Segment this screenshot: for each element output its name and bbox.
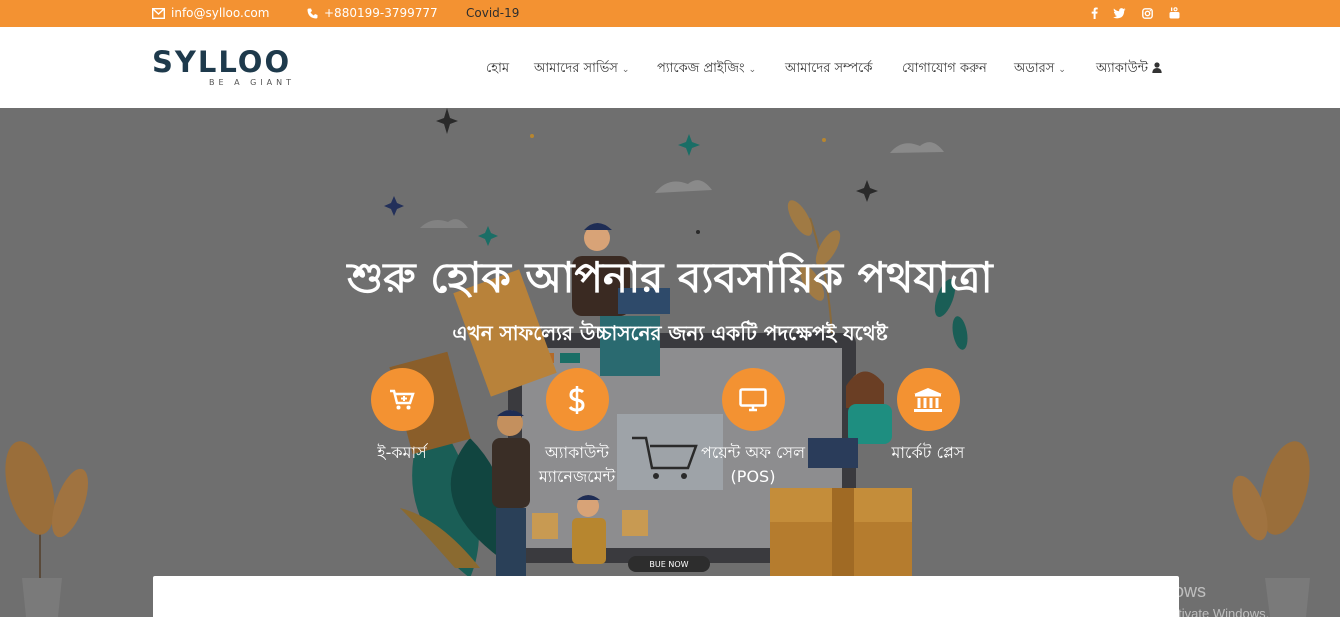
feature-marketplace[interactable]: মার্কেট প্লেস (848, 368, 1008, 465)
phone-icon (307, 8, 318, 19)
nav-about[interactable]: আমাদের সম্পর্কে (785, 59, 872, 80)
nav-home[interactable]: হোম (486, 59, 509, 80)
covid-label: Covid-19 (466, 6, 520, 20)
facebook-icon[interactable] (1087, 5, 1101, 21)
nav-about-label: আমাদের সম্পর্কে (785, 61, 873, 76)
email-link[interactable]: info@sylloo.com (152, 6, 269, 20)
hero-title: শুরু হোক আপনার ব্যবসায়িক পথযাত্রা (347, 253, 993, 302)
nav-home-label: হোম (486, 61, 510, 76)
nav-contact-label: যোগাযোগ করুন (902, 61, 987, 76)
nav-contact[interactable]: যোগাযোগ করুন (902, 59, 987, 80)
dollar-icon (545, 368, 609, 431)
youtube-icon[interactable] (1167, 5, 1181, 21)
illustration-buy-now-text: BUE NOW (649, 560, 688, 569)
instagram-icon[interactable] (1140, 5, 1154, 21)
watermark-title: Activate Windows (1064, 581, 1207, 601)
nav-packages-label: প্যাকেজ প্রাইজিং (657, 61, 745, 76)
nav-orders-label: অডারস (1014, 61, 1055, 76)
nav-orders[interactable]: অডারস ⌄ (1014, 59, 1066, 80)
feature-label: ই-কমার্স (377, 443, 427, 462)
main-nav: হোম আমাদের সার্ভিস ⌄ প্যাকেজ প্রাইজিং ⌄ আম… (0, 59, 1340, 79)
site-header: SYLLOO BE A GIANT হোম আমাদের সার্ভিস ⌄ প্… (0, 27, 1340, 108)
hero-illustration: BUE NOW (5, 108, 1310, 617)
bank-icon (896, 368, 960, 431)
cart-icon (370, 368, 434, 431)
chevron-down-icon: ⌄ (1058, 64, 1066, 75)
phone-link[interactable]: +880199-3799777 (307, 6, 438, 20)
feature-pos[interactable]: পয়েন্ট অফ সেল (POS) (673, 368, 833, 489)
phone-text: +880199-3799777 (324, 6, 438, 20)
twitter-icon[interactable] (1112, 5, 1126, 21)
content-card (153, 576, 1179, 617)
nav-services[interactable]: আমাদের সার্ভিস ⌄ (534, 59, 629, 80)
chevron-down-icon: ⌄ (748, 64, 757, 75)
nav-services-label: আমাদের সার্ভিস (534, 61, 618, 76)
covid-link[interactable]: Covid-19 (466, 6, 519, 20)
logo-tagline: BE A GIANT (209, 78, 296, 87)
hero-banner: BUE NOW শুরু হোক আপনার ব্যবসায়িক পথযাত্… (0, 108, 1340, 617)
nav-account[interactable]: অ্যাকাউন্ট (1096, 59, 1162, 80)
chevron-down-icon: ⌄ (621, 64, 630, 75)
windows-activation-watermark: Activate Windows Go to Settings to activ… (1064, 581, 1269, 617)
user-icon (1152, 62, 1162, 77)
hero-subtitle: এখন সাফল্যের উচ্চাসনের জন্য একটি পদক্ষেপ… (452, 321, 888, 345)
top-bar: info@sylloo.com +880199-3799777 Covid-19 (0, 0, 1340, 27)
envelope-icon (152, 7, 165, 19)
feature-label: মার্কেট প্লেস (891, 443, 965, 462)
nav-account-label: অ্যাকাউন্ট (1096, 61, 1149, 76)
email-text: info@sylloo.com (171, 6, 270, 20)
feature-ecommerce[interactable]: ই-কমার্স (322, 368, 482, 465)
feature-label: অ্যাকাউন্ট ম্যানেজমেন্ট (538, 443, 616, 486)
watermark-subtitle: Go to Settings to activate Windows. (1064, 606, 1270, 617)
nav-packages[interactable]: প্যাকেজ প্রাইজিং ⌄ (657, 59, 756, 80)
feature-accounts[interactable]: অ্যাকাউন্ট ম্যানেজমেন্ট (497, 368, 657, 489)
feature-label: পয়েন্ট অফ সেল (POS) (700, 443, 805, 486)
monitor-icon (721, 368, 785, 431)
